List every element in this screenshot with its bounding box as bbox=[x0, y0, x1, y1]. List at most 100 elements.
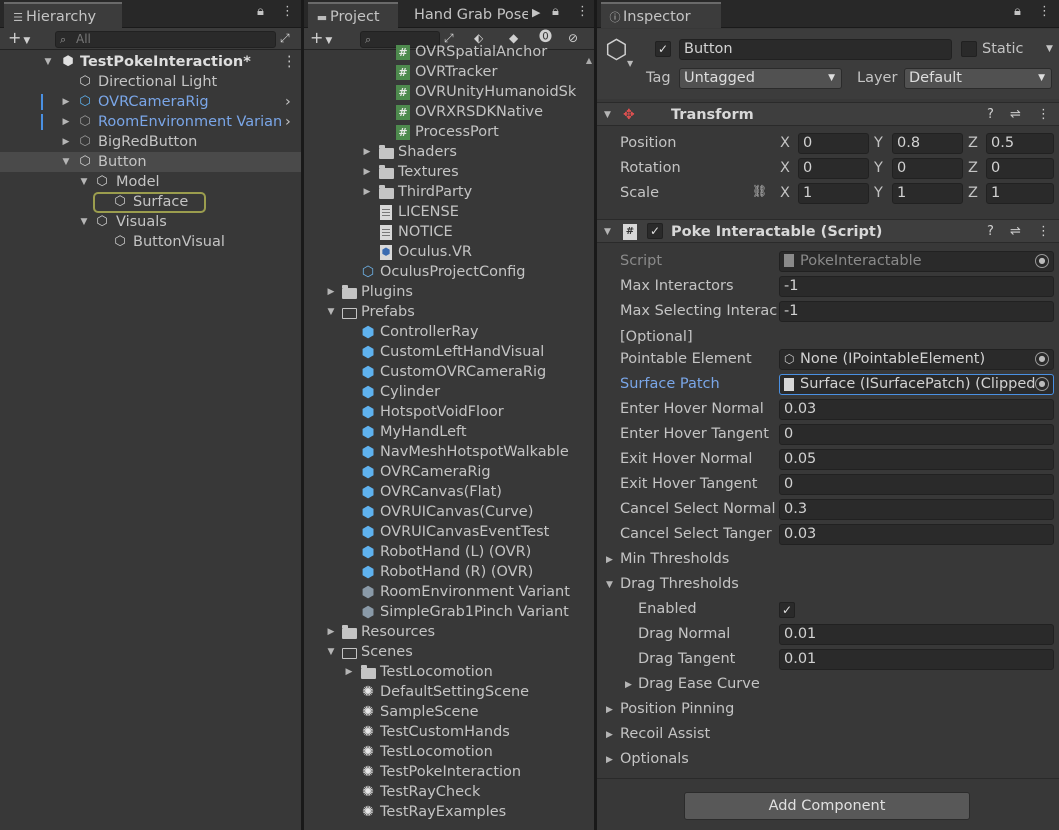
exit-hover-normal-field[interactable]: 0.05 bbox=[779, 449, 1054, 470]
project-item[interactable]: ⬢ NavMeshHotspotWalkable bbox=[304, 442, 594, 462]
scale-x-field[interactable]: 1 bbox=[798, 183, 869, 204]
tab-scroll-right-icon[interactable]: ▶ bbox=[532, 6, 540, 19]
chevron-down-icon[interactable]: ▼ bbox=[325, 642, 337, 662]
hierarchy-search-input[interactable]: ⌕ All bbox=[55, 31, 276, 48]
y-axis-label[interactable]: Y bbox=[874, 135, 883, 151]
project-item[interactable]: ⬢ RoomEnvironment Variant bbox=[304, 582, 594, 602]
project-item[interactable]: ▶ Resources bbox=[304, 622, 594, 642]
project-item[interactable]: ▶ ThirdParty bbox=[304, 182, 594, 202]
project-item[interactable]: ⬢ MyHandLeft bbox=[304, 422, 594, 442]
hierarchy-item[interactable]: ▼ ⬡ Visuals bbox=[0, 212, 301, 232]
search-scene-icon[interactable]: ⤢ bbox=[280, 29, 290, 47]
hierarchy-item[interactable]: ▶ ⬡ OVRCameraRig › bbox=[0, 92, 301, 112]
project-item[interactable]: ⬢ OVRCanvas(Flat) bbox=[304, 482, 594, 502]
chevron-right-icon[interactable]: ▶ bbox=[361, 142, 373, 162]
chevron-right-icon[interactable]: ▶ bbox=[325, 622, 337, 642]
help-icon[interactable]: ? bbox=[987, 103, 994, 127]
add-icon[interactable]: + ▼ bbox=[8, 29, 30, 50]
position-x-field[interactable]: 0 bbox=[798, 133, 869, 154]
chevron-right-icon[interactable]: ▶ bbox=[606, 705, 613, 715]
kebab-menu-icon[interactable]: ⋮ bbox=[1037, 103, 1050, 127]
chevron-down-icon[interactable]: ▼ bbox=[1046, 39, 1053, 59]
tag-dropdown[interactable]: Untagged ▼ bbox=[679, 68, 842, 89]
project-item[interactable]: # OVRXRSDKNative bbox=[304, 102, 594, 122]
chevron-down-icon[interactable]: ▼ bbox=[606, 580, 613, 590]
object-picker-icon[interactable]: ● bbox=[1035, 377, 1049, 391]
kebab-menu-icon[interactable]: ⋮ bbox=[282, 52, 297, 72]
project-item[interactable]: ⬢ Oculus.VR bbox=[304, 242, 594, 262]
object-picker-icon[interactable]: ● bbox=[1035, 352, 1049, 366]
x-axis-label[interactable]: X bbox=[780, 135, 790, 151]
kebab-menu-icon[interactable]: ⋮ bbox=[1038, 4, 1051, 19]
y-axis-label[interactable]: Y bbox=[874, 185, 883, 201]
chevron-right-icon[interactable]: ▶ bbox=[60, 132, 72, 152]
help-icon[interactable]: ? bbox=[987, 220, 994, 244]
project-item[interactable]: ✺ SampleScene bbox=[304, 702, 594, 722]
project-item[interactable]: ▶ Shaders bbox=[304, 142, 594, 162]
chevron-right-icon[interactable]: ▶ bbox=[361, 182, 373, 202]
chevron-right-icon[interactable]: ▶ bbox=[606, 555, 613, 565]
x-axis-label[interactable]: X bbox=[780, 160, 790, 176]
hierarchy-item-selected[interactable]: ▼ ⬡ Button bbox=[0, 152, 301, 172]
project-item[interactable]: # OVRTracker bbox=[304, 62, 594, 82]
chevron-right-icon[interactable]: ▶ bbox=[60, 92, 72, 112]
chevron-right-icon[interactable]: ▶ bbox=[606, 730, 613, 740]
chevron-right-icon[interactable]: ▶ bbox=[60, 112, 72, 132]
active-checkbox[interactable]: ✓ bbox=[655, 41, 671, 57]
hierarchy-item[interactable]: ▼ ⬡ Model bbox=[0, 172, 301, 192]
cancel-tangent-field[interactable]: 0.03 bbox=[779, 524, 1054, 545]
project-item[interactable]: ✺ TestLocomotion bbox=[304, 742, 594, 762]
constrain-proportions-icon[interactable]: ⛓ bbox=[752, 184, 767, 198]
tab-hand-grab-pose[interactable]: Hand Grab Pose bbox=[408, 2, 528, 28]
project-item[interactable]: ⬢ CustomOVRCameraRig bbox=[304, 362, 594, 382]
project-item[interactable]: ✺ TestRayCheck bbox=[304, 782, 594, 802]
project-item[interactable]: ✺ TestCustomHands bbox=[304, 722, 594, 742]
chevron-right-icon[interactable]: ▶ bbox=[343, 662, 355, 682]
max-selecting-field[interactable]: -1 bbox=[779, 301, 1054, 322]
project-item[interactable]: ▶ Plugins bbox=[304, 282, 594, 302]
chevron-right-icon[interactable]: ▶ bbox=[625, 680, 632, 690]
z-axis-label[interactable]: Z bbox=[968, 185, 978, 201]
hierarchy-item[interactable]: ▶ ⬡ RoomEnvironment Varian › bbox=[0, 112, 301, 132]
y-axis-label[interactable]: Y bbox=[874, 160, 883, 176]
z-axis-label[interactable]: Z bbox=[968, 135, 978, 151]
chevron-down-icon[interactable]: ▼ bbox=[604, 220, 611, 244]
gameobject-cube-icon[interactable]: ⬡ bbox=[605, 35, 628, 65]
rotation-x-field[interactable]: 0 bbox=[798, 158, 869, 179]
chevron-down-icon[interactable]: ▼ bbox=[604, 103, 611, 127]
rotation-y-field[interactable]: 0 bbox=[892, 158, 963, 179]
scale-z-field[interactable]: 1 bbox=[986, 183, 1054, 204]
lock-icon[interactable]: 🔒︎ bbox=[1014, 4, 1021, 19]
project-item[interactable]: ⬢ Cylinder bbox=[304, 382, 594, 402]
add-component-button[interactable]: Add Component bbox=[684, 792, 970, 820]
project-item[interactable]: ▶ Textures bbox=[304, 162, 594, 182]
chevron-right-icon[interactable]: ▶ bbox=[606, 755, 613, 765]
surface-patch-field[interactable]: Surface (ISurfacePatch) (Clipped ● bbox=[779, 374, 1054, 395]
max-interactors-field[interactable]: -1 bbox=[779, 276, 1054, 297]
poke-interactable-header[interactable]: ▼ # ✓ Poke Interactable (Script) ? ⇌ ⋮ bbox=[597, 219, 1059, 243]
position-y-field[interactable]: 0.8 bbox=[892, 133, 963, 154]
project-item[interactable]: NOTICE bbox=[304, 222, 594, 242]
project-item[interactable]: ✺ DefaultSettingScene bbox=[304, 682, 594, 702]
scene-row[interactable]: ▼ ⬢ TestPokeInteraction* ⋮ bbox=[0, 52, 301, 72]
project-item[interactable]: ⬢ SimpleGrab1Pinch Variant bbox=[304, 602, 594, 622]
cancel-normal-field[interactable]: 0.3 bbox=[779, 499, 1054, 520]
chevron-down-icon[interactable]: ▼ bbox=[42, 52, 54, 72]
rotation-z-field[interactable]: 0 bbox=[986, 158, 1054, 179]
x-axis-label[interactable]: X bbox=[780, 185, 790, 201]
kebab-menu-icon[interactable]: ⋮ bbox=[576, 4, 589, 19]
transform-header[interactable]: ▼ ✥ Transform ? ⇌ ⋮ bbox=[597, 102, 1059, 126]
hierarchy-item[interactable]: ▶ ⬡ BigRedButton bbox=[0, 132, 301, 152]
project-item[interactable]: ▼ Prefabs bbox=[304, 302, 594, 322]
drag-enabled-checkbox[interactable]: ✓ bbox=[779, 602, 795, 618]
layer-dropdown[interactable]: Default ▼ bbox=[904, 68, 1052, 89]
project-item[interactable]: ⬢ OVRCameraRig bbox=[304, 462, 594, 482]
static-checkbox[interactable] bbox=[961, 41, 977, 57]
project-item[interactable]: # OVRUnityHumanoidSk bbox=[304, 82, 594, 102]
project-item[interactable]: # OVRSpatialAnchor bbox=[304, 42, 594, 62]
presets-icon[interactable]: ⇌ bbox=[1010, 220, 1021, 244]
component-enabled-checkbox[interactable]: ✓ bbox=[647, 223, 663, 239]
project-item[interactable]: ⬢ ControllerRay bbox=[304, 322, 594, 342]
chevron-down-icon[interactable]: ▼ bbox=[78, 212, 90, 232]
project-item[interactable]: ⬢ HotspotVoidFloor bbox=[304, 402, 594, 422]
